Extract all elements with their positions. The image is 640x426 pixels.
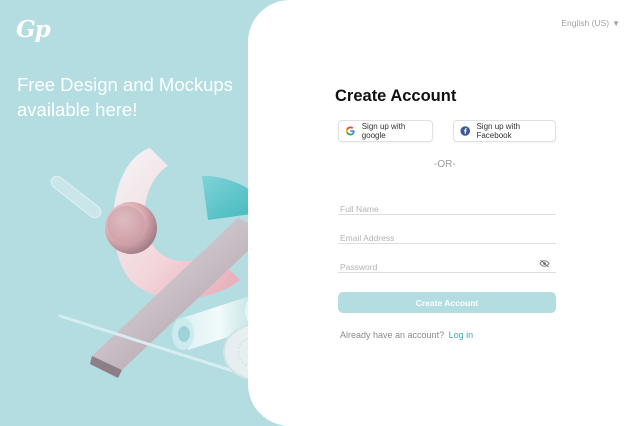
google-icon xyxy=(345,126,355,136)
google-signup-button[interactable]: Sign up with google xyxy=(338,120,433,142)
language-label: English (US) xyxy=(561,18,610,28)
eye-off-icon[interactable] xyxy=(539,259,550,268)
login-link[interactable]: Log in xyxy=(449,330,474,340)
email-input[interactable] xyxy=(338,231,556,245)
password-field[interactable] xyxy=(338,257,556,274)
chevron-down-icon: ▼ xyxy=(612,18,620,28)
promo-panel: Gp Free Design and Mockups available her… xyxy=(0,0,280,426)
google-signup-label: Sign up with google xyxy=(361,122,406,140)
glass-tube-shape xyxy=(50,175,102,219)
email-field[interactable] xyxy=(338,228,556,245)
full-name-input[interactable] xyxy=(338,202,556,216)
login-prompt: Already have an account? Log in xyxy=(340,330,473,340)
facebook-icon xyxy=(460,126,471,136)
create-account-button[interactable]: Create Account xyxy=(338,292,556,313)
hero-3d-illustration xyxy=(50,148,280,388)
or-divider: -OR- xyxy=(434,159,456,170)
facebook-signup-label: Sign up with Facebook xyxy=(476,122,521,140)
login-prompt-text: Already have an account? xyxy=(340,330,445,340)
password-input[interactable] xyxy=(338,260,556,274)
language-selector[interactable]: English (US) ▼ xyxy=(561,18,620,28)
page-title: Create Account xyxy=(335,87,457,105)
signup-panel: English (US) ▼ Create Account Sign up wi… xyxy=(248,0,640,426)
facebook-signup-button[interactable]: Sign up with Facebook xyxy=(453,120,556,142)
full-name-field[interactable] xyxy=(338,199,556,216)
